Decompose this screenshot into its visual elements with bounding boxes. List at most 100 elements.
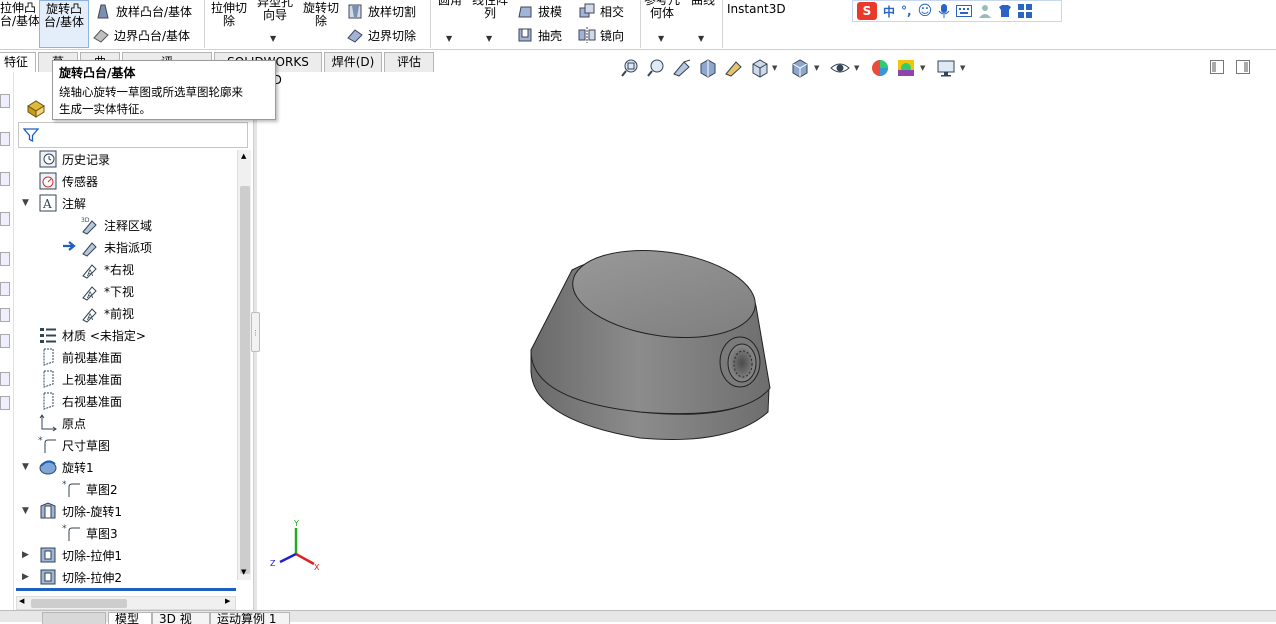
view-orientation-icon[interactable]	[750, 58, 770, 78]
strip-icon[interactable]	[0, 334, 10, 348]
tree-item-front-annotation-view[interactable]: A *前视	[80, 302, 134, 324]
part-model[interactable]	[530, 240, 771, 440]
hole-wizard-dropdown-icon[interactable]: ▼	[270, 34, 276, 43]
reference-geometry-dropdown-icon[interactable]: ▼	[658, 34, 664, 43]
vertical-scroll-thumb[interactable]	[240, 186, 250, 574]
view-orientation-dropdown-icon[interactable]: ▼	[772, 64, 777, 72]
tree-item-cut-revolve1[interactable]: 切除-旋转1	[38, 500, 122, 522]
tree-item-bottom-annotation-view[interactable]: A *下视	[80, 280, 134, 302]
expand-cut-extrude2-icon[interactable]: ▶	[22, 572, 29, 582]
strip-icon[interactable]	[0, 396, 10, 410]
section-view-icon[interactable]	[698, 58, 718, 78]
revolve-boss-button[interactable]: 旋转凸 台/基体	[39, 0, 89, 48]
hide-show-items-icon[interactable]	[830, 58, 850, 78]
ime-menu-grid-icon[interactable]	[1018, 4, 1033, 18]
display-style-dropdown-icon[interactable]: ▼	[814, 64, 819, 72]
tree-item-origin[interactable]: 原点	[38, 412, 86, 434]
mirror-button[interactable]: 镜向	[578, 26, 624, 44]
view-settings-dropdown-icon[interactable]: ▼	[960, 64, 965, 72]
linear-pattern-dropdown-icon[interactable]: ▼	[486, 34, 492, 43]
scroll-up-arrow-icon[interactable]: ▲	[241, 152, 246, 160]
tree-item-revolve1[interactable]: 旋转1	[38, 456, 94, 478]
linear-pattern-button[interactable]: 线性阵 列	[470, 0, 510, 20]
tree-item-sketch3[interactable]: * 草图3	[62, 522, 118, 544]
strip-icon[interactable]	[0, 282, 10, 296]
extrude-boss-button[interactable]: 拉伸凸 台/基体	[0, 2, 40, 28]
ime-voice-icon[interactable]	[938, 3, 950, 19]
tab-model[interactable]: 模型	[108, 612, 152, 624]
curves-dropdown-icon[interactable]: ▼	[698, 34, 704, 43]
tree-item-unassigned[interactable]: 未指派项	[80, 236, 152, 258]
tree-item-history[interactable]: 历史记录	[38, 148, 110, 170]
tab-evaluate[interactable]: 评估	[384, 52, 434, 72]
tab-weldments[interactable]: 焊件(D)	[324, 52, 382, 72]
rollback-arrow-icon[interactable]	[62, 240, 78, 252]
expand-cut-revolve1-icon[interactable]: ▼	[22, 506, 29, 516]
shell-button[interactable]: 抽壳	[516, 26, 562, 44]
tree-item-notes-area[interactable]: 3D 注释区域	[80, 214, 152, 236]
reference-geometry-button[interactable]: 参考几 何体	[642, 0, 682, 20]
boundary-boss-button[interactable]: 边界凸台/基体	[92, 26, 190, 44]
tree-item-dimension-sketch[interactable]: * 尺寸草图	[38, 434, 110, 456]
hole-wizard-button[interactable]: 异型孔 向导	[254, 0, 296, 22]
feature-manager-tree-icon[interactable]	[26, 98, 46, 118]
instant3d-button[interactable]: Instant3D	[727, 2, 786, 16]
boundary-cut-button[interactable]: 边界切除	[346, 26, 416, 44]
rollback-bar[interactable]	[16, 588, 236, 591]
edit-appearance-icon[interactable]	[870, 58, 890, 78]
ime-skin-icon[interactable]	[998, 4, 1012, 18]
tree-item-front-plane[interactable]: 前视基准面	[38, 346, 122, 368]
zoom-to-area-icon[interactable]	[646, 58, 666, 78]
apply-scene-dropdown-icon[interactable]: ▼	[920, 64, 925, 72]
tree-item-sensors[interactable]: 传感器	[38, 170, 98, 192]
ime-punctuation-toggle[interactable]: °,	[901, 4, 912, 18]
display-style-icon[interactable]	[790, 58, 810, 78]
zoom-to-fit-icon[interactable]	[620, 58, 640, 78]
tree-item-top-plane[interactable]: 上视基准面	[38, 368, 122, 390]
restore-pane-icon[interactable]	[1210, 60, 1224, 74]
previous-view-icon[interactable]	[672, 58, 692, 78]
strip-icon[interactable]	[0, 308, 10, 322]
dynamic-annotation-icon[interactable]	[724, 58, 744, 78]
strip-icon[interactable]	[0, 212, 10, 226]
expand-pane-icon[interactable]	[1236, 60, 1250, 74]
tree-horizontal-scrollbar[interactable]: ◀ ▶	[16, 596, 236, 610]
fillet-button[interactable]: 圆角	[434, 0, 466, 7]
expand-revolve1-icon[interactable]: ▼	[22, 462, 29, 472]
horizontal-scroll-thumb[interactable]	[31, 599, 127, 608]
graphics-area[interactable]: Y X Z	[258, 80, 1274, 608]
strip-icon[interactable]	[0, 172, 10, 186]
tree-item-right-annotation-view[interactable]: A *右视	[80, 258, 134, 280]
strip-icon[interactable]	[0, 132, 10, 146]
loft-boss-button[interactable]: 放样凸台/基体	[94, 2, 192, 20]
strip-icon[interactable]	[0, 252, 10, 266]
intersect-button[interactable]: 相交	[578, 2, 624, 20]
ime-keyboard-icon[interactable]	[956, 5, 973, 17]
tab-motion-study[interactable]: 运动算例 1	[210, 612, 290, 624]
hide-show-dropdown-icon[interactable]: ▼	[854, 64, 859, 72]
ime-logo-icon[interactable]: S	[857, 2, 877, 20]
scroll-left-arrow-icon[interactable]: ◀	[19, 597, 24, 605]
tab-3d-view[interactable]: 3D 视图	[152, 612, 210, 624]
tree-vertical-scrollbar[interactable]: ▲ ▼	[237, 150, 251, 580]
loft-cut-button[interactable]: 放样切割	[346, 2, 416, 20]
expand-cut-extrude1-icon[interactable]: ▶	[22, 550, 29, 560]
view-settings-icon[interactable]	[936, 58, 956, 78]
tree-item-material[interactable]: 材质 <未指定>	[38, 324, 146, 346]
apply-scene-icon[interactable]	[896, 58, 916, 78]
tree-item-cut-extrude1[interactable]: 切除-拉伸1	[38, 544, 122, 566]
ime-user-icon[interactable]	[978, 4, 992, 18]
ime-mode-toggle[interactable]: 中	[883, 3, 895, 20]
scroll-right-arrow-icon[interactable]: ▶	[225, 597, 230, 605]
expand-annotations-icon[interactable]: ▼	[22, 198, 29, 208]
strip-icon[interactable]	[0, 372, 10, 386]
strip-icon[interactable]	[0, 94, 10, 108]
tree-item-cut-extrude2[interactable]: 切除-拉伸2	[38, 566, 122, 588]
scroll-down-arrow-icon[interactable]: ▼	[241, 568, 246, 576]
tree-item-right-plane[interactable]: 右视基准面	[38, 390, 122, 412]
extrude-cut-button[interactable]: 拉伸切 除	[208, 2, 250, 28]
nav-arrows[interactable]	[42, 612, 106, 624]
tree-filter-box[interactable]	[18, 122, 248, 148]
filter-icon[interactable]	[23, 127, 39, 143]
draft-button[interactable]: 拔模	[516, 2, 562, 20]
